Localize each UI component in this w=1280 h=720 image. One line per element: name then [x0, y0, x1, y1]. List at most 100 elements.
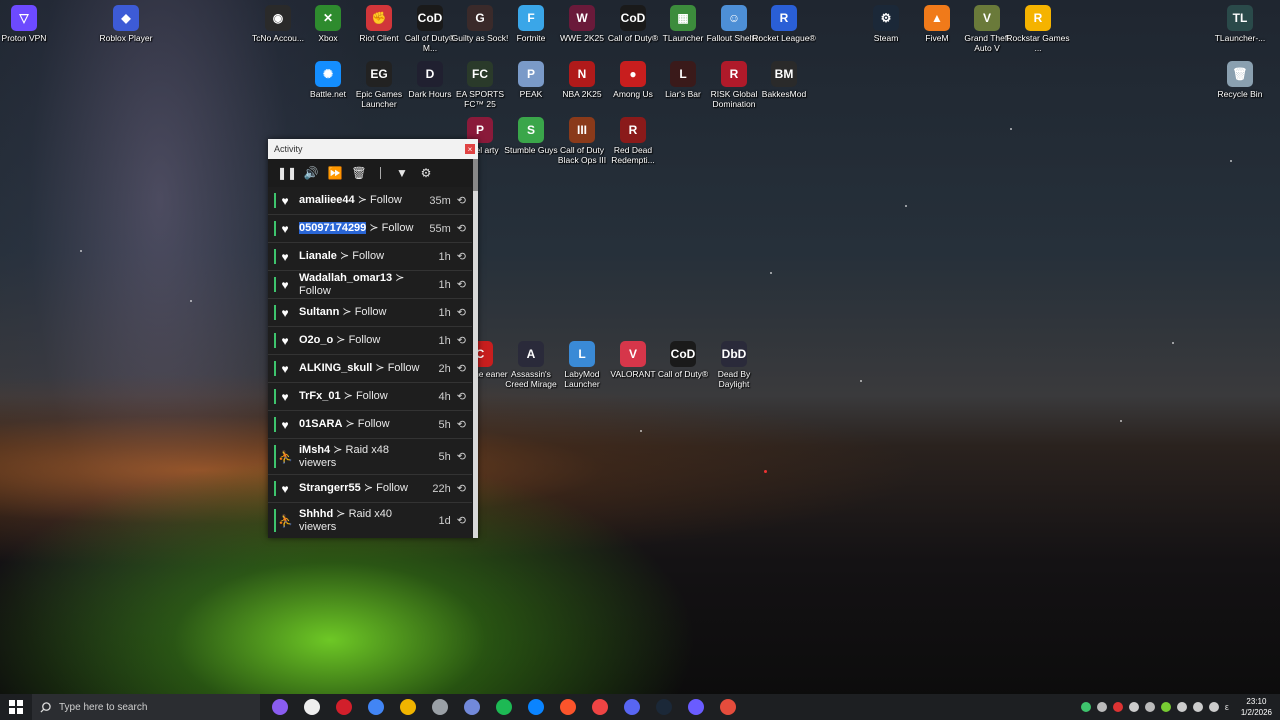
taskbar-app-button[interactable] [520, 694, 552, 720]
replay-icon[interactable]: ⟲ [457, 514, 466, 527]
taskbar-app-button[interactable] [552, 694, 584, 720]
taskbar-app-button[interactable] [328, 694, 360, 720]
activity-list[interactable]: ♥ amaliiee44 ≻ Follow 35m ⟲ ♥ 05097174299 ≻ F… [268, 187, 472, 538]
app-icon: R [771, 5, 797, 31]
activity-row[interactable]: ⛹ Shhhd ≻ Raid x40 viewers 1d ⟲ [268, 503, 472, 538]
filter-icon[interactable]: ▼ [395, 166, 409, 180]
activity-row[interactable]: ♥ Strangerr55 ≻ Follow 22h ⟲ [268, 475, 472, 503]
event-separator: ≻ [360, 482, 377, 494]
event-action: Follow [370, 194, 402, 206]
taskbar-app-icon [688, 699, 704, 715]
activity-row[interactable]: ♥ 05097174299 ≻ Follow 55m ⟲ [268, 215, 472, 243]
taskbar-app-button[interactable] [488, 694, 520, 720]
replay-icon[interactable]: ⟲ [457, 418, 466, 431]
replay-icon[interactable]: ⟲ [457, 362, 466, 375]
tray-app-icon[interactable] [1160, 702, 1171, 712]
taskbar-app-button[interactable] [360, 694, 392, 720]
start-button[interactable] [0, 694, 32, 720]
windows-icon [9, 700, 23, 714]
replay-icon[interactable]: ⟲ [457, 306, 466, 319]
trash-icon[interactable]: 🗑 [351, 166, 366, 180]
event-separator: ≻ [392, 271, 405, 284]
replay-icon[interactable]: ⟲ [457, 278, 466, 291]
desktop-icon[interactable]: R Rocket League® [752, 5, 816, 43]
replay-icon[interactable]: ⟲ [457, 194, 466, 207]
scrollbar-thumb[interactable] [473, 159, 478, 191]
desktop-icon[interactable]: DbD Dead By Daylight [702, 341, 766, 389]
desktop-icon-label: Dead By Daylight [717, 369, 751, 389]
replay-icon[interactable]: ⟲ [457, 334, 466, 347]
pause-icon[interactable]: ❚❚ [277, 166, 297, 180]
language-indicator[interactable]: ε [1225, 702, 1229, 712]
event-time: 2h [438, 362, 451, 375]
app-icon: CoD [417, 5, 443, 31]
event-indicator [274, 249, 276, 264]
tray-app-icon[interactable] [1112, 702, 1123, 712]
desktop-icon-label: Red Dead Redempti... [611, 145, 655, 165]
activity-row[interactable]: ♥ Sultann ≻ Follow 1h ⟲ [268, 299, 472, 327]
headset-icon[interactable] [1096, 702, 1107, 712]
event-indicator [274, 277, 276, 292]
taskbar-app-button[interactable] [424, 694, 456, 720]
desktop-icon[interactable]: R Red Dead Redempti... [601, 117, 665, 165]
desktop-icon-label: TLauncher-... [1214, 33, 1266, 43]
app-icon: CoD [620, 5, 646, 31]
activity-window[interactable]: Activity × ❚❚ 🔊 ⏩ 🗑 ▼ ⚙ ♥ amaliiee44 ≻ Fo… [268, 139, 478, 538]
volume-tray-icon[interactable] [1192, 702, 1203, 712]
app-icon: D [417, 61, 443, 87]
app-icon: ▦ [670, 5, 696, 31]
desktop-icon[interactable]: BM BakkesMod [752, 61, 816, 99]
desktop-icon-label: BakkesMod [761, 89, 807, 99]
scrollbar[interactable] [473, 159, 478, 538]
desktop-icon[interactable]: ▽ Proton VPN [0, 5, 56, 43]
activity-titlebar[interactable]: Activity × [268, 139, 478, 159]
activity-row[interactable]: ♥ amaliiee44 ≻ Follow 35m ⟲ [268, 187, 472, 215]
event-username: O2o_o [299, 334, 334, 346]
settings-icon[interactable]: ⚙ [419, 166, 433, 180]
tray-app-icon[interactable] [1080, 702, 1091, 712]
replay-icon[interactable]: ⟲ [457, 450, 466, 463]
activity-row[interactable]: ♥ TrFx_01 ≻ Follow 4h ⟲ [268, 383, 472, 411]
event-text: ALKING_skull ≻ Follow [299, 362, 425, 375]
event-text: iMsh4 ≻ Raid x48 viewers [299, 444, 425, 470]
taskbar-app-button[interactable] [584, 694, 616, 720]
taskbar-search[interactable]: Type here to search [32, 694, 260, 720]
taskbar-app-button[interactable] [392, 694, 424, 720]
taskbar-app-button[interactable] [712, 694, 744, 720]
close-icon[interactable]: × [465, 144, 475, 154]
app-icon: V [620, 341, 646, 367]
event-separator: ≻ [354, 194, 370, 206]
tray-app-icon[interactable] [1128, 702, 1139, 712]
activity-row[interactable]: ♥ O2o_o ≻ Follow 1h ⟲ [268, 327, 472, 355]
skip-icon[interactable]: ⏩ [328, 166, 343, 180]
replay-icon[interactable]: ⟲ [457, 222, 466, 235]
app-icon: R [721, 61, 747, 87]
activity-row[interactable]: ♥ 01SARA ≻ Follow 5h ⟲ [268, 411, 472, 439]
clock[interactable]: 23:10 1/2/2026 [1241, 696, 1272, 718]
volume-icon[interactable]: 🔊 [304, 166, 319, 180]
microphone-icon[interactable] [1144, 702, 1155, 712]
taskbar-app-icon [304, 699, 320, 715]
taskbar-app-button[interactable] [648, 694, 680, 720]
app-icon: A [518, 341, 544, 367]
activity-row[interactable]: ⛹ iMsh4 ≻ Raid x48 viewers 5h ⟲ [268, 439, 472, 475]
desktop-icon[interactable]: ◆ Roblox Player [94, 5, 158, 43]
activity-row[interactable]: ♥ Lianale ≻ Follow 1h ⟲ [268, 243, 472, 271]
taskbar-app-button[interactable] [264, 694, 296, 720]
taskbar-app-button[interactable] [456, 694, 488, 720]
taskbar-app-button[interactable] [616, 694, 648, 720]
activity-row[interactable]: ♥ Wadallah_omar13 ≻ Follow 1h ⟲ [268, 271, 472, 299]
desktop-icon[interactable]: TL TLauncher-... [1208, 5, 1272, 43]
event-time: 22h [432, 482, 451, 495]
activity-row[interactable]: ♥ ALKING_skull ≻ Follow 2h ⟲ [268, 355, 472, 383]
wifi-icon[interactable] [1208, 702, 1219, 712]
replay-icon[interactable]: ⟲ [457, 390, 466, 403]
desktop-icon[interactable]: 🗑 Recycle Bin [1208, 61, 1272, 99]
taskbar-app-button[interactable] [296, 694, 328, 720]
event-username: Sultann [299, 306, 340, 318]
desktop-icon[interactable]: R Rockstar Games ... [1006, 5, 1070, 53]
replay-icon[interactable]: ⟲ [457, 250, 466, 263]
brightness-icon[interactable] [1176, 702, 1187, 712]
taskbar-app-button[interactable] [680, 694, 712, 720]
replay-icon[interactable]: ⟲ [457, 482, 466, 495]
